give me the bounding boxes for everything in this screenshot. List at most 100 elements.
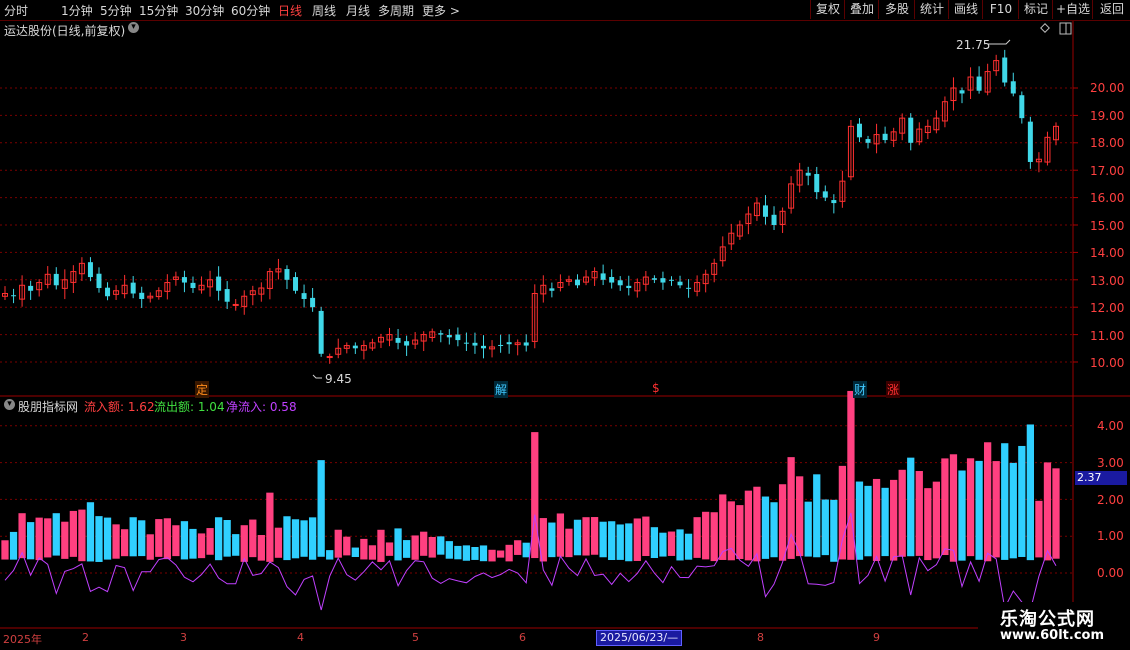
inflow-bar bbox=[514, 540, 522, 555]
inflow-bar bbox=[266, 492, 274, 562]
outflow-bar bbox=[625, 523, 633, 562]
inflow-bar bbox=[531, 432, 539, 559]
back-button[interactable]: 返回 bbox=[1092, 0, 1130, 19]
price-tick: 16.00 bbox=[1090, 191, 1125, 205]
candle-body bbox=[438, 333, 444, 335]
outflow-bar bbox=[958, 470, 966, 561]
outflow-bar bbox=[1018, 445, 1026, 557]
event-marker-cai[interactable]: 财 bbox=[853, 381, 868, 398]
draw-line-button[interactable]: 画线 bbox=[948, 0, 983, 19]
net-inflow-line bbox=[4, 512, 1057, 611]
title-dropdown-icon[interactable]: ▾ bbox=[128, 22, 139, 33]
candle-body bbox=[976, 76, 982, 91]
period-tab-1min[interactable]: 1分钟 bbox=[61, 2, 93, 19]
period-tab-15min[interactable]: 15分钟 bbox=[139, 2, 178, 19]
event-marker-ding[interactable]: 定 bbox=[195, 381, 210, 398]
chart-canvas[interactable] bbox=[0, 0, 1130, 650]
candle-body bbox=[28, 285, 34, 291]
period-tab-60min[interactable]: 60分钟 bbox=[231, 2, 270, 19]
multi-stock-button[interactable]: 多股 bbox=[878, 0, 915, 19]
inflow-bar bbox=[112, 524, 120, 559]
inflow-bar bbox=[796, 476, 804, 557]
inflow-bar bbox=[18, 513, 26, 559]
period-tab-weekly[interactable]: 周线 bbox=[312, 2, 336, 19]
indicator-name[interactable]: 股朋指标网 bbox=[18, 398, 78, 415]
candle-body bbox=[181, 277, 187, 283]
outflow-bar bbox=[1009, 462, 1017, 559]
candle-body bbox=[908, 117, 914, 143]
indicator-tick: 4.00 bbox=[1097, 419, 1124, 433]
period-tab-daily[interactable]: 日线 bbox=[278, 2, 302, 19]
period-toolbar: 分时 1分钟 5分钟 15分钟 30分钟 60分钟 日线 周线 月线 多周期 更… bbox=[0, 0, 1130, 21]
outflow-bar bbox=[479, 545, 488, 562]
candle-body bbox=[865, 139, 871, 143]
outflow-bar bbox=[291, 519, 300, 559]
outflow-bar bbox=[1026, 424, 1034, 561]
period-tab-fenshi[interactable]: 分时 bbox=[4, 2, 28, 19]
date-tick-jun: 6 bbox=[519, 631, 526, 644]
candle-body bbox=[301, 293, 307, 299]
event-marker-zhang[interactable]: 涨 bbox=[886, 381, 901, 398]
outflow-bar bbox=[454, 545, 462, 560]
inflow-bar bbox=[274, 527, 283, 558]
candle-body bbox=[600, 273, 606, 280]
outflow-bar bbox=[855, 481, 864, 560]
outflow-bar bbox=[659, 532, 667, 557]
outflow-bar bbox=[804, 501, 812, 557]
indicator-dropdown-icon[interactable]: ▾ bbox=[4, 399, 15, 410]
price-tick: 19.00 bbox=[1090, 109, 1125, 123]
outflow-bar bbox=[650, 527, 659, 559]
outflow-bar bbox=[95, 516, 103, 562]
inflow-bar bbox=[206, 528, 214, 555]
inflow-bar bbox=[898, 469, 906, 557]
candle-body bbox=[686, 287, 692, 289]
add-watchlist-button[interactable]: +自选 bbox=[1052, 0, 1093, 19]
event-marker-dollar[interactable]: $ bbox=[651, 381, 661, 395]
inflow-bar bbox=[753, 486, 761, 562]
outflow-bar bbox=[52, 513, 60, 556]
outflow-bar bbox=[770, 502, 778, 558]
candle-body bbox=[232, 303, 239, 306]
inflow-bar bbox=[385, 542, 394, 556]
outflow-bar bbox=[138, 520, 146, 557]
outflow-bar bbox=[232, 534, 240, 556]
candle-body bbox=[506, 342, 512, 345]
outflow-bar bbox=[9, 531, 18, 560]
mark-button[interactable]: 标记 bbox=[1018, 0, 1053, 19]
candle-body bbox=[814, 174, 820, 193]
date-tick-aug: 8 bbox=[757, 631, 764, 644]
candle-body bbox=[574, 279, 580, 286]
date-tick-apr: 4 bbox=[297, 631, 304, 644]
candle-body bbox=[190, 282, 196, 289]
outflow-bar bbox=[676, 529, 684, 561]
inflow-bar bbox=[984, 442, 992, 562]
outflow-bar bbox=[548, 522, 556, 558]
period-tab-5min[interactable]: 5分钟 bbox=[100, 2, 132, 19]
inflow-bar bbox=[1, 540, 9, 560]
price-tick: 17.00 bbox=[1090, 164, 1125, 178]
indicator-tick: 1.00 bbox=[1097, 529, 1124, 543]
net-inflow-label: 净流入: 0.58 bbox=[226, 400, 297, 414]
candle-body bbox=[831, 200, 837, 204]
stock-title: 运达股份(日线,前复权) bbox=[4, 24, 126, 38]
price-tick: 13.00 bbox=[1090, 274, 1125, 288]
f10-button[interactable]: F10 bbox=[982, 0, 1019, 19]
inflow-bar bbox=[496, 550, 505, 558]
period-tab-monthly[interactable]: 月线 bbox=[346, 2, 370, 19]
inflow-bar bbox=[710, 512, 718, 562]
candle-body bbox=[224, 289, 230, 302]
date-tick-2025: 2025年 bbox=[3, 633, 42, 646]
outflow-bar bbox=[300, 520, 308, 557]
fuquan-button[interactable]: 复权 bbox=[810, 0, 845, 19]
outflow-bar bbox=[86, 502, 95, 562]
period-tab-multi[interactable]: 多周期 bbox=[378, 2, 414, 19]
candle-body bbox=[318, 310, 324, 354]
statistics-button[interactable]: 统计 bbox=[914, 0, 949, 19]
inflow-bar bbox=[642, 516, 650, 557]
overlay-button[interactable]: 叠加 bbox=[844, 0, 879, 19]
period-tab-30min[interactable]: 30分钟 bbox=[185, 2, 224, 19]
outflow-bar bbox=[129, 517, 137, 557]
event-marker-jie[interactable]: 解 bbox=[494, 381, 509, 398]
settings-diamond-icon[interactable] bbox=[1040, 23, 1050, 33]
period-tab-more[interactable]: 更多 > bbox=[422, 2, 460, 19]
